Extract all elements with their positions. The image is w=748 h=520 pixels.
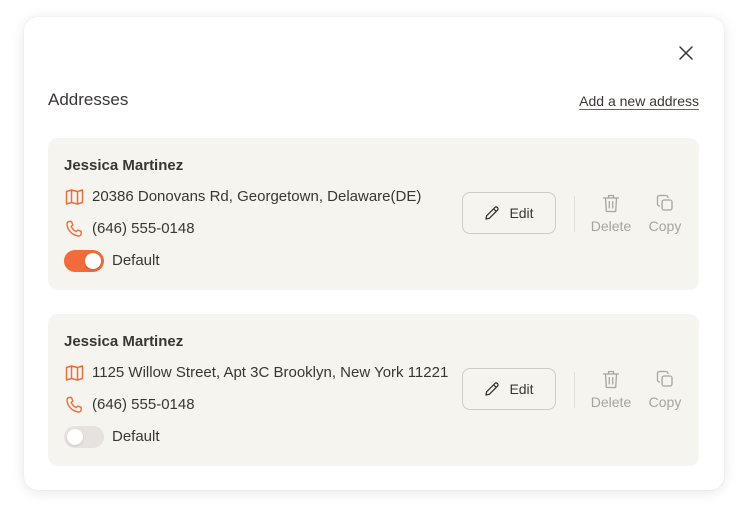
dialog-title: Addresses [48,90,129,109]
default-row: Default [64,426,160,448]
default-toggle[interactable] [64,426,104,448]
toggle-knob [67,429,83,445]
copy-label: Copy [648,394,682,410]
contact-name: Jessica Martinez [64,333,184,350]
divider [574,372,575,408]
address-row: 20386 Donovans Rd, Georgetown, Delaware(… [64,188,421,206]
default-toggle[interactable] [64,250,104,272]
edit-button[interactable]: Edit [462,368,556,410]
address-card: Jessica Martinez 20386 Donovans Rd, Geor… [48,138,699,290]
delete-button[interactable]: Delete [586,368,636,412]
default-label: Default [112,252,160,269]
divider [574,196,575,232]
copy-button[interactable]: Copy [640,368,690,412]
addresses-dialog: Addresses Add a new address Jessica Mart… [24,17,724,490]
delete-label: Delete [590,218,632,234]
delete-button[interactable]: Delete [586,192,636,236]
phone-row: (646) 555-0148 [64,396,195,414]
address-card: Jessica Martinez 1125 Willow Street, Apt… [48,314,699,466]
close-button[interactable] [676,43,696,63]
trash-icon [602,192,620,214]
copy-button[interactable]: Copy [640,192,690,236]
address-text: 1125 Willow Street, Apt 3C Brooklyn, New… [92,364,449,381]
edit-label: Edit [509,381,534,397]
map-icon [64,188,84,206]
default-label: Default [112,428,160,445]
address-row: 1125 Willow Street, Apt 3C Brooklyn, New… [64,364,448,382]
default-row: Default [64,250,160,272]
copy-icon [656,368,674,390]
address-text: 20386 Donovans Rd, Georgetown, Delaware(… [92,188,422,205]
toggle-knob [85,253,101,269]
edit-label: Edit [509,205,534,221]
close-icon [678,45,694,61]
copy-label: Copy [648,218,682,234]
phone-text: (646) 555-0148 [92,220,195,237]
phone-row: (646) 555-0148 [64,220,195,238]
map-icon [64,364,84,382]
copy-icon [656,192,674,214]
edit-button[interactable]: Edit [462,192,556,234]
phone-icon [64,220,84,238]
contact-name: Jessica Martinez [64,157,184,174]
add-new-address-link[interactable]: Add a new address [579,92,699,110]
delete-label: Delete [590,394,632,410]
pencil-icon [484,381,500,397]
phone-text: (646) 555-0148 [92,396,195,413]
pencil-icon [484,205,500,221]
phone-icon [64,396,84,414]
trash-icon [602,368,620,390]
